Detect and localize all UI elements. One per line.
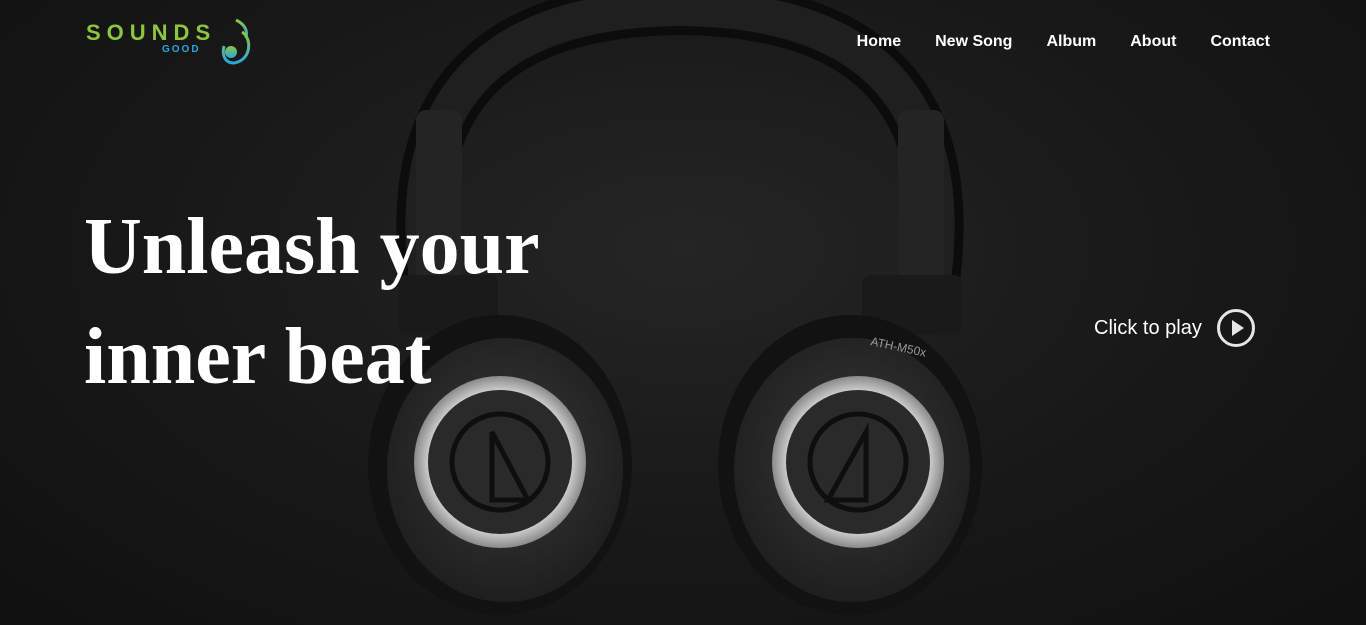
brand-name-bottom: GOOD	[162, 44, 201, 55]
nav-about[interactable]: About	[1130, 32, 1176, 52]
play-label: Click to play	[1094, 317, 1202, 339]
play-circle-icon[interactable]	[1216, 308, 1256, 348]
hero-headline-line1: Unleash your	[84, 203, 540, 291]
music-note-icon	[221, 18, 251, 65]
nav-new-song[interactable]: New Song	[935, 32, 1012, 52]
brand-name-top: SOUNDS	[86, 20, 217, 45]
hero-headline: Unleash your inner beat	[84, 192, 644, 412]
hero-headline-line2: inner beat	[84, 313, 432, 401]
nav-album[interactable]: Album	[1046, 32, 1096, 52]
nav-contact[interactable]: Contact	[1210, 32, 1270, 52]
main-nav: Home New Song Album About Contact	[857, 32, 1270, 52]
brand-logo[interactable]: SOUNDS GOOD	[86, 16, 256, 66]
nav-home[interactable]: Home	[857, 32, 901, 52]
hero-section: ATH-M50x SOUNDS GOOD Home New Song Album…	[0, 0, 1366, 625]
play-button[interactable]: Click to play	[1094, 308, 1256, 348]
